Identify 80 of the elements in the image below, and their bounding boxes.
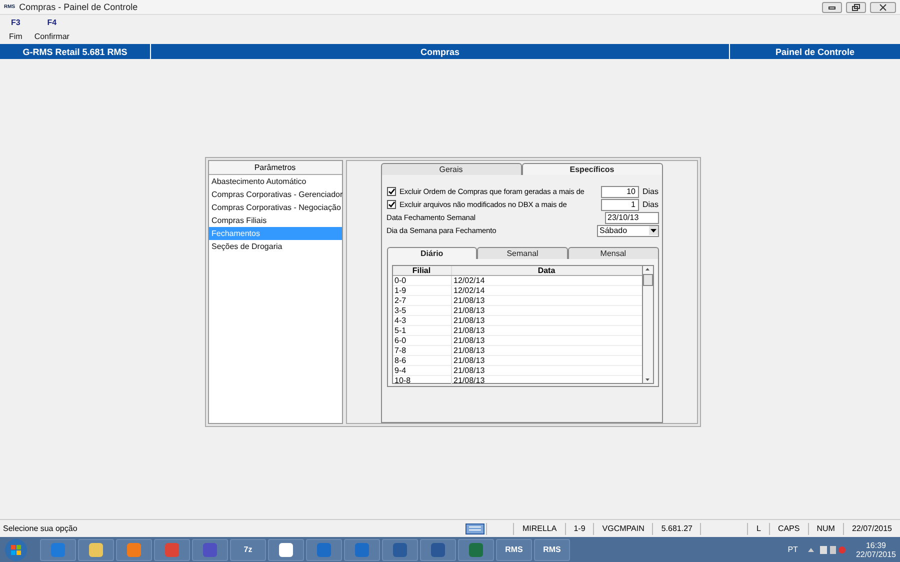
list-item[interactable]: Seções de Drogaria bbox=[208, 240, 342, 253]
table-cell-text: 21/08/13 bbox=[452, 306, 486, 315]
scroll-down-arrow-icon[interactable] bbox=[644, 377, 651, 383]
toolbar-button[interactable]: F4 Confirmar bbox=[31, 18, 72, 41]
checkbox[interactable] bbox=[386, 187, 396, 196]
table-cell-text: 21/08/13 bbox=[452, 376, 486, 385]
table-cell-text: 21/08/13 bbox=[452, 326, 486, 335]
tab[interactable]: Semanal bbox=[477, 247, 568, 259]
tab[interactable]: Mensal bbox=[568, 247, 659, 259]
system-version: G-RMS Retail 5.681 RMS bbox=[0, 44, 151, 59]
scroll-up-arrow-icon[interactable] bbox=[644, 266, 651, 272]
table-cell-text: 21/08/13 bbox=[452, 336, 486, 345]
list-item[interactable]: Abastecimento Automático bbox=[208, 175, 342, 188]
window-title: Compras - Painel de Controle bbox=[19, 2, 138, 12]
column-header: Data bbox=[536, 266, 556, 275]
taskbar-app-button[interactable]: RMS bbox=[496, 538, 532, 560]
module-title: Compras bbox=[151, 44, 730, 59]
status-cell: MIRELLA bbox=[513, 522, 565, 534]
taskbar-clock[interactable]: 16:39 22/07/2015 bbox=[856, 540, 896, 558]
scrollbar[interactable] bbox=[642, 265, 654, 384]
taskbar-app-button[interactable] bbox=[78, 538, 114, 560]
table-cell: 9-4 bbox=[392, 366, 452, 375]
list-item[interactable]: Compras Corporativas - Gerenciador bbox=[208, 188, 342, 201]
language-indicator[interactable]: PT bbox=[788, 545, 798, 554]
status-cell: 22/07/2015 bbox=[842, 522, 900, 534]
taskbar-app-button[interactable] bbox=[268, 538, 304, 560]
start-button[interactable] bbox=[4, 538, 28, 562]
taskbar-app-button[interactable]: RMS bbox=[534, 538, 570, 560]
table-cell-text: 21/08/13 bbox=[452, 346, 486, 355]
list-header: Parâmetros bbox=[208, 161, 342, 175]
scrollbar-thumb[interactable] bbox=[642, 274, 652, 286]
dropdown-arrow-icon bbox=[648, 226, 658, 235]
unit-label: Dias bbox=[642, 187, 658, 196]
minimize-icon bbox=[828, 4, 836, 10]
status-cell: 5.681.27 bbox=[652, 522, 700, 534]
table-cell-text: 21/08/13 bbox=[452, 316, 486, 325]
tab[interactable]: Específicos bbox=[522, 163, 662, 175]
taskbar-app-button[interactable] bbox=[420, 538, 456, 560]
keyboard-icon bbox=[465, 522, 486, 534]
table-cell: 2-7 bbox=[392, 296, 452, 305]
table-cell: 10-8 bbox=[392, 376, 452, 385]
table-cell-text: 21/08/13 bbox=[452, 356, 486, 365]
table-cell: 5-1 bbox=[392, 326, 452, 335]
table-cell: 6-0 bbox=[392, 336, 452, 345]
table-cell: 0-0 bbox=[392, 276, 452, 285]
number-field[interactable]: 10 bbox=[600, 186, 638, 198]
taskbar-app-button[interactable]: 7z bbox=[230, 538, 266, 560]
status-cell: NUM bbox=[808, 522, 843, 534]
table-cell-text: 12/02/14 bbox=[452, 276, 486, 285]
date-field[interactable]: 23/10/13 bbox=[604, 212, 658, 224]
checkbox[interactable] bbox=[386, 200, 396, 209]
list-item[interactable]: Compras Filiais bbox=[208, 214, 342, 227]
tray-icons[interactable] bbox=[806, 544, 846, 554]
close-icon bbox=[879, 4, 887, 10]
screen-title: Painel de Controle bbox=[774, 46, 856, 58]
unit-label: Dias bbox=[642, 200, 658, 209]
number-field[interactable]: 1 bbox=[600, 198, 638, 210]
list-item[interactable]: Compras Corporativas - Negociação bbox=[208, 201, 342, 214]
status-cell: CAPS bbox=[768, 522, 808, 534]
status-message: Selecione sua opção bbox=[2, 524, 78, 533]
table-cell-text: 21/08/13 bbox=[452, 296, 486, 305]
table-cell: 3-5 bbox=[392, 306, 452, 315]
weekday-dropdown[interactable]: Sábado bbox=[596, 224, 658, 236]
table-cell: 7-8 bbox=[392, 346, 452, 355]
column-header: Filial bbox=[392, 266, 452, 275]
minimize-button[interactable] bbox=[822, 2, 842, 12]
restore-button[interactable] bbox=[846, 2, 866, 12]
tab[interactable]: Diário bbox=[386, 247, 478, 259]
table-cell: 1-9 bbox=[392, 286, 452, 295]
status-cell: VGCMPAIN bbox=[593, 522, 652, 534]
restore-icon bbox=[852, 4, 860, 10]
status-cell: 1-9 bbox=[564, 522, 594, 534]
close-button[interactable] bbox=[870, 2, 896, 12]
toolbar-button[interactable]: F3 Fim bbox=[6, 18, 26, 41]
table-cell-text: 12/02/14 bbox=[452, 286, 486, 295]
tab[interactable]: Gerais bbox=[380, 163, 522, 175]
table-cell: 4-3 bbox=[392, 316, 452, 325]
status-cell: L bbox=[747, 522, 769, 534]
table-cell: 8-6 bbox=[392, 356, 452, 365]
table-cell-text: 21/08/13 bbox=[452, 366, 486, 375]
